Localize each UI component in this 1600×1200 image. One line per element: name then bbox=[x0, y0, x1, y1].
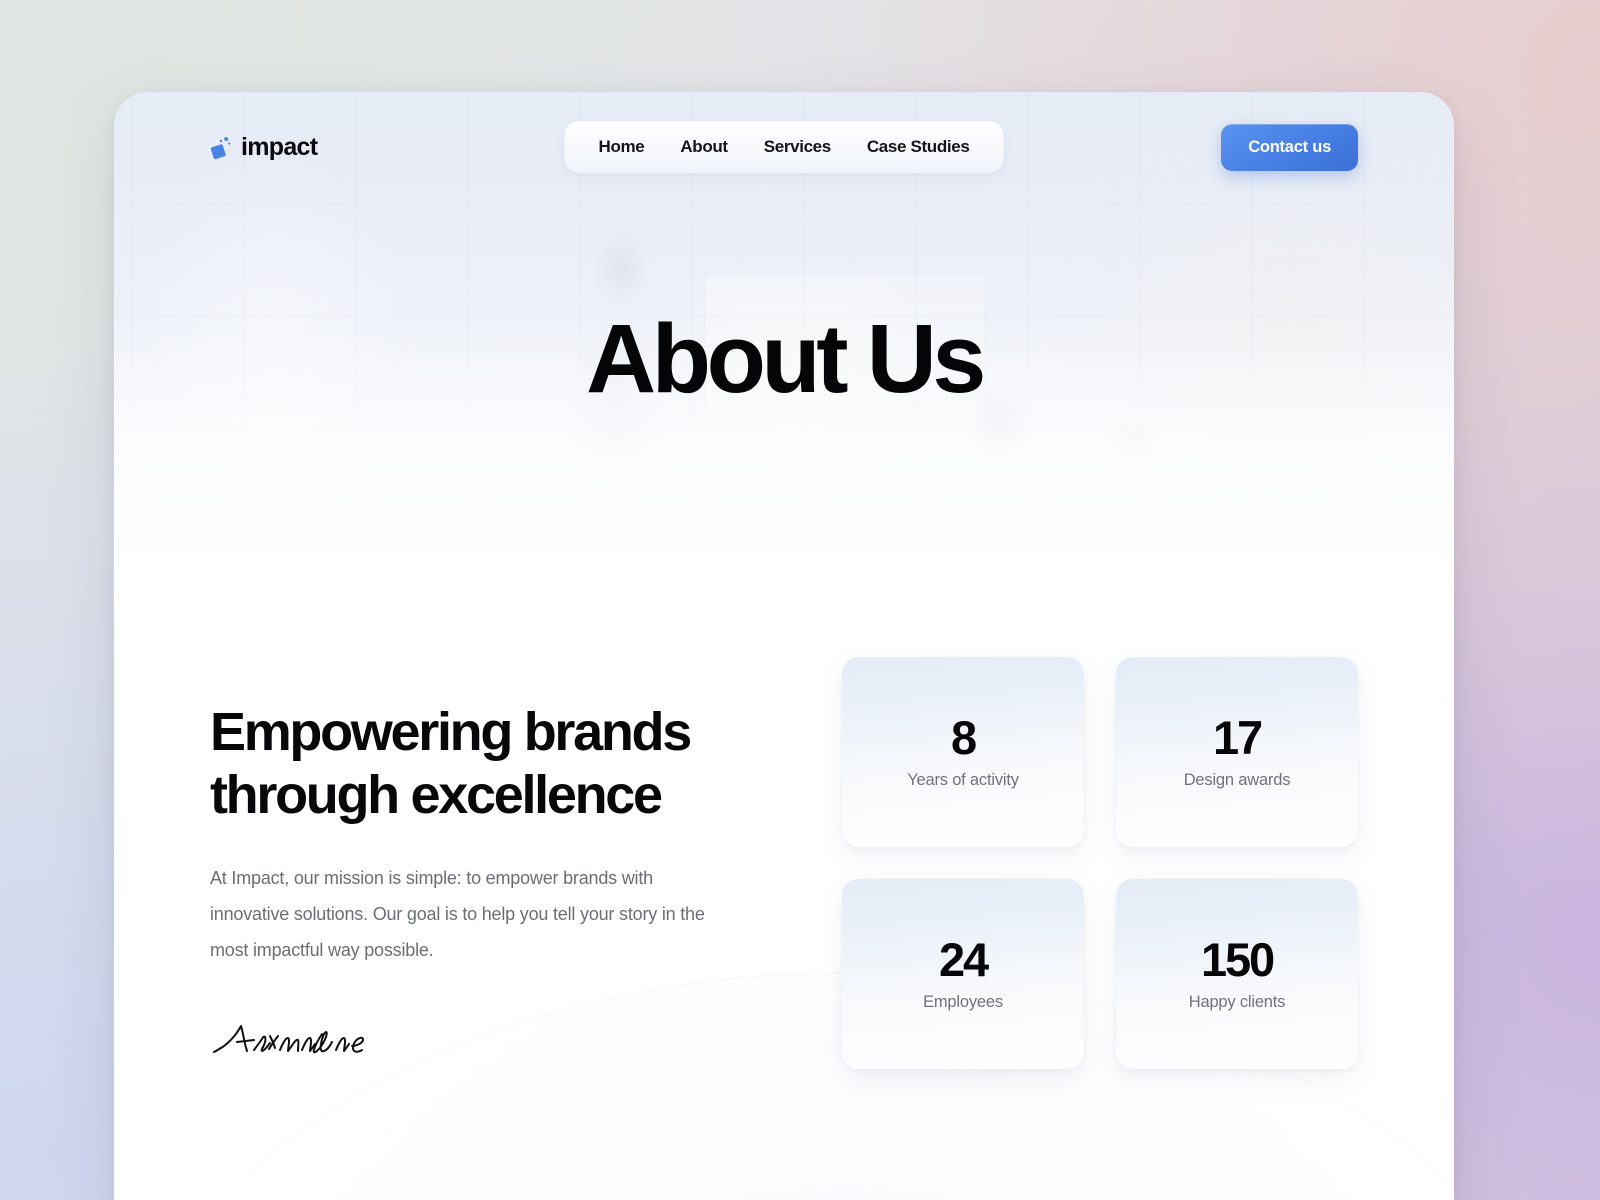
stat-card-clients: 150 Happy clients bbox=[1116, 879, 1358, 1069]
stat-value: 8 bbox=[950, 711, 977, 764]
sparkle-diamond-icon bbox=[210, 137, 231, 159]
nav-item-home[interactable]: Home bbox=[599, 137, 645, 157]
website-frame: About Us impact Home About Services Case… bbox=[114, 92, 1454, 1200]
nav-item-about[interactable]: About bbox=[680, 137, 728, 157]
stat-label: Design awards bbox=[1183, 771, 1291, 789]
stat-card-awards: 17 Design awards bbox=[1116, 657, 1358, 847]
main-navigation: Home About Services Case Studies bbox=[564, 121, 1004, 173]
brand-name: impact bbox=[241, 132, 318, 161]
stat-label: Years of activity bbox=[907, 771, 1019, 789]
page-title: About Us bbox=[586, 304, 986, 413]
brand-logo[interactable]: impact bbox=[210, 132, 318, 162]
stats-grid: 8 Years of activity 17 Design awards 24 … bbox=[842, 627, 1358, 1200]
stat-label: Happy clients bbox=[1188, 993, 1286, 1011]
stat-label: Employees bbox=[923, 993, 1003, 1011]
nav-item-case-studies[interactable]: Case Studies bbox=[867, 137, 970, 157]
hero-section: About Us impact Home About Services Case… bbox=[114, 92, 1454, 627]
signature-alexander bbox=[213, 1025, 365, 1054]
stat-value: 24 bbox=[938, 933, 989, 986]
about-paragraph: At Impact, our mission is simple: to emp… bbox=[210, 868, 705, 961]
about-section: Empowering brands through excellence At … bbox=[114, 627, 1454, 1200]
about-heading: Empowering brands through excellence bbox=[210, 702, 692, 825]
site-header: impact Home About Services Case Studies … bbox=[114, 92, 1454, 202]
page-backdrop: About Us impact Home About Services Case… bbox=[0, 0, 1600, 1200]
stat-card-employees: 24 Employees bbox=[842, 879, 1084, 1069]
contact-us-button[interactable]: Contact us bbox=[1221, 123, 1358, 171]
stat-card-years: 8 Years of activity bbox=[842, 657, 1084, 847]
stat-value: 17 bbox=[1212, 711, 1263, 764]
stat-value: 150 bbox=[1200, 933, 1275, 986]
nav-item-services[interactable]: Services bbox=[764, 137, 832, 157]
about-text-column: Empowering brands through excellence At … bbox=[210, 627, 770, 1200]
